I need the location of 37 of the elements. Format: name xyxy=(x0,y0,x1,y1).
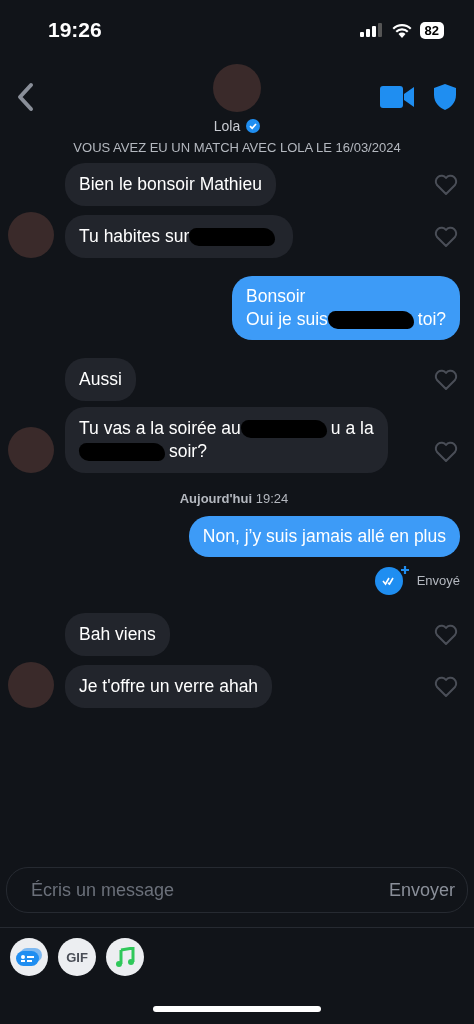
read-receipt-icon[interactable] xyxy=(374,565,411,595)
music-note-icon xyxy=(115,947,135,967)
music-button[interactable] xyxy=(106,938,144,976)
heart-icon[interactable] xyxy=(434,226,458,248)
battery-indicator: 82 xyxy=(419,21,444,39)
message-bubble: Bien le bonsoir Mathieu xyxy=(65,163,276,206)
gif-button[interactable]: GIF xyxy=(58,938,96,976)
date-separator: Aujourd'hui 19:24 xyxy=(178,491,290,506)
sender-avatar[interactable] xyxy=(8,662,54,708)
heart-icon[interactable] xyxy=(434,676,458,698)
message-bubble: Tu habites sur xyxy=(65,215,294,258)
card-icon xyxy=(16,948,42,966)
send-button[interactable]: Envoyer xyxy=(388,879,455,901)
match-notice: VOUS AVEZ EU UN MATCH AVEC LOLA LE 16/03/2024 xyxy=(72,140,402,155)
sent-status: Envoyé xyxy=(416,572,460,588)
back-icon[interactable] xyxy=(16,82,34,112)
video-camera-icon[interactable] xyxy=(380,86,414,108)
wifi-icon xyxy=(391,22,412,38)
heart-icon[interactable] xyxy=(434,624,458,646)
card-sticker-button[interactable] xyxy=(10,938,48,976)
heart-icon[interactable] xyxy=(434,369,458,391)
message-bubble: Aussi xyxy=(65,358,136,401)
heart-icon[interactable] xyxy=(434,441,458,463)
message-bubble: Bonsoir Oui je suis toi? xyxy=(232,276,460,340)
message-input-field[interactable]: Écris un message Envoyer xyxy=(6,867,468,913)
signal-icon xyxy=(359,23,384,37)
message-bubble: Bah viens xyxy=(65,613,170,656)
contact-name: Lola xyxy=(213,118,241,134)
shield-icon[interactable] xyxy=(434,84,456,110)
message-bubble: Je t'offre un verre ahah xyxy=(65,665,273,708)
status-time: 19:26 xyxy=(48,18,102,42)
profile-avatar[interactable] xyxy=(213,64,261,112)
message-bubble: Tu vas a la soirée au u a la soir? xyxy=(65,407,388,473)
message-bubble: Non, j’y suis jamais allé en plus xyxy=(188,516,460,557)
heart-icon[interactable] xyxy=(434,174,458,196)
sender-avatar[interactable] xyxy=(8,427,54,473)
sender-avatar[interactable] xyxy=(8,212,54,258)
